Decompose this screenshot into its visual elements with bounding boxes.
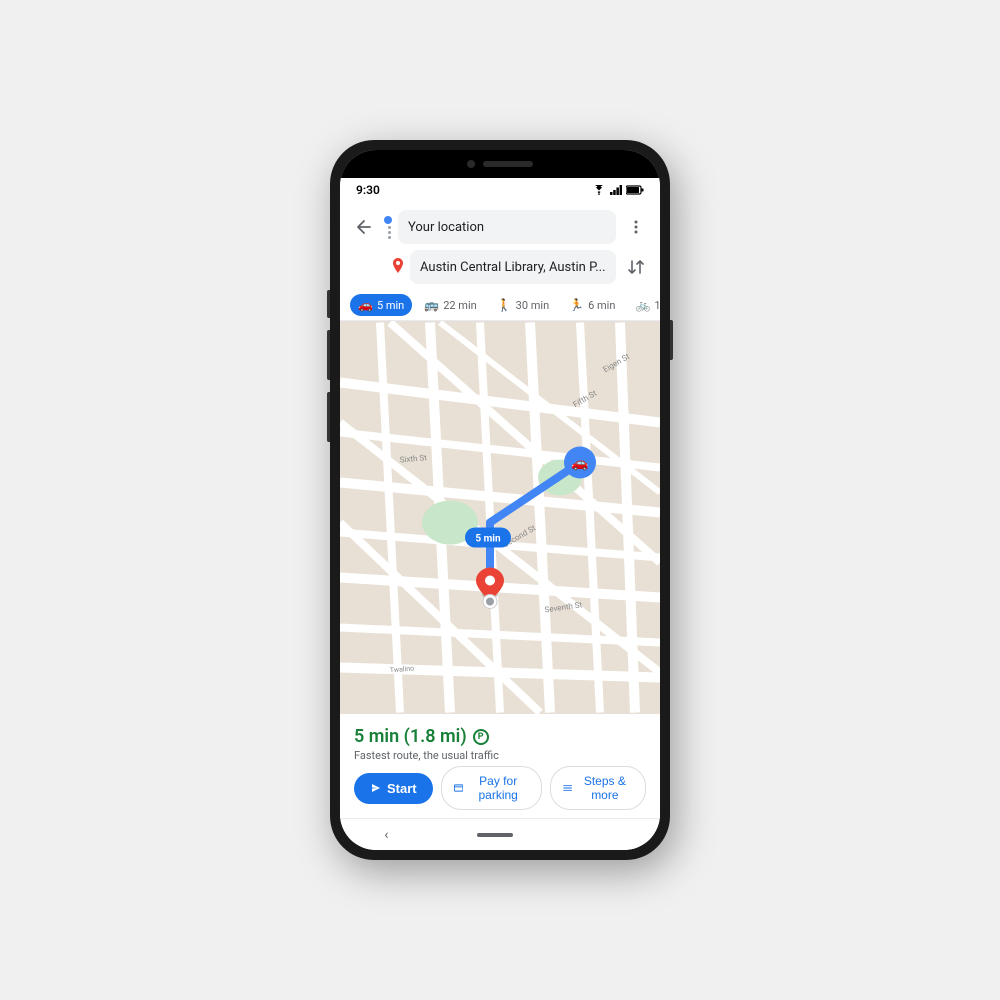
origin-input[interactable]: Your location — [398, 210, 616, 244]
speaker-bar — [483, 161, 533, 167]
transit-icon: 🚌 — [424, 298, 439, 312]
phone-screen: 9:30 — [340, 150, 660, 850]
start-label: Start — [387, 781, 417, 796]
assistant-button[interactable] — [327, 392, 330, 442]
tab-cycling[interactable]: 🚲 10 m — [627, 294, 660, 316]
tab-driving[interactable]: 🚗 5 min — [350, 294, 412, 316]
start-button[interactable]: Start — [354, 773, 433, 804]
driving-time: 5 min — [377, 299, 404, 312]
card-icon — [454, 783, 463, 793]
more-button[interactable] — [622, 213, 650, 241]
destination-input[interactable]: Austin Central Library, Austin P... — [410, 250, 616, 284]
map-area[interactable]: Second St Sixth St Seventh St Eigen St F… — [340, 321, 660, 714]
parking-label: Pay for parking — [467, 774, 530, 802]
action-buttons: Start Pay for parking — [354, 766, 646, 810]
cycling-icon: 🚲 — [635, 298, 650, 312]
volume-up-button[interactable] — [327, 290, 330, 318]
back-button[interactable] — [350, 213, 378, 241]
bottom-nav: ‹ — [340, 818, 660, 850]
navigation-icon — [370, 782, 382, 794]
walking-icon: 🚶 — [497, 298, 512, 312]
wifi-icon — [592, 185, 606, 195]
route-indicator — [384, 216, 392, 239]
origin-dot — [384, 216, 392, 224]
parking-symbol: P — [473, 729, 489, 745]
search-area: Your location — [340, 202, 660, 290]
pay-parking-button[interactable]: Pay for parking — [441, 766, 543, 810]
transit-time: 22 min — [443, 299, 477, 312]
origin-text: Your location — [408, 220, 484, 235]
map-svg: Second St Sixth St Seventh St Eigen St F… — [340, 321, 660, 714]
running-icon: 🏃 — [569, 298, 584, 312]
power-button[interactable] — [670, 320, 673, 360]
camera-dot — [467, 160, 475, 168]
home-pill[interactable] — [477, 833, 513, 837]
destination-pin-icon — [392, 258, 404, 277]
tab-transit[interactable]: 🚌 22 min — [416, 294, 484, 316]
signal-icon — [610, 185, 622, 195]
maps-app: Your location — [340, 202, 660, 850]
destination-row: Austin Central Library, Austin P... — [350, 250, 650, 284]
status-icons — [592, 185, 644, 195]
status-time: 9:30 — [356, 183, 380, 197]
bottom-panel: 5 min (1.8 mi) P Fastest route, the usua… — [340, 714, 660, 818]
svg-text:🚗: 🚗 — [571, 456, 588, 472]
route-sub-text: Fastest route, the usual traffic — [354, 749, 646, 762]
tab-walking[interactable]: 🚶 30 min — [489, 294, 557, 316]
swap-button[interactable] — [622, 253, 650, 281]
walking-time: 30 min — [516, 299, 550, 312]
route-info: 5 min (1.8 mi) P Fastest route, the usua… — [354, 726, 646, 762]
dot-line — [385, 226, 391, 239]
notch-bar — [340, 150, 660, 178]
driving-icon: 🚗 — [358, 298, 373, 312]
steps-icon — [563, 783, 572, 793]
status-bar: 9:30 — [340, 178, 660, 202]
route-time-text: 5 min (1.8 mi) — [354, 726, 467, 747]
battery-icon — [626, 185, 644, 195]
steps-label: Steps & more — [577, 774, 633, 802]
cycling-time: 10 m — [654, 299, 660, 312]
phone-device: 9:30 — [330, 140, 670, 860]
running-time: 6 min — [588, 299, 615, 312]
steps-button[interactable]: Steps & more — [550, 766, 646, 810]
tab-running[interactable]: 🏃 6 min — [561, 294, 623, 316]
volume-down-button[interactable] — [327, 330, 330, 380]
nav-back[interactable]: ‹ — [384, 827, 388, 843]
transport-tabs: 🚗 5 min 🚌 22 min 🚶 30 min 🏃 6 min 🚲 — [340, 290, 660, 321]
origin-row: Your location — [350, 210, 650, 244]
destination-text: Austin Central Library, Austin P... — [420, 260, 606, 275]
svg-text:5 min: 5 min — [475, 534, 501, 545]
route-time-row: 5 min (1.8 mi) P — [354, 726, 646, 747]
